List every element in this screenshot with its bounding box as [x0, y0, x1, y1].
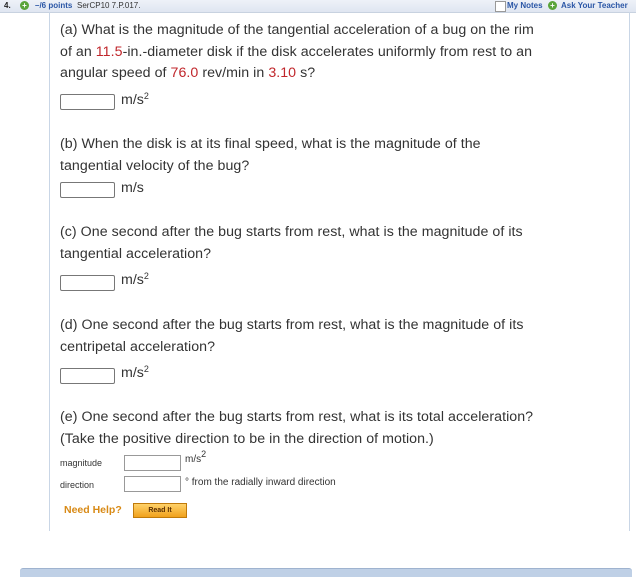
diameter-value: 11.5: [95, 43, 123, 60]
magnitude-input[interactable]: [124, 455, 181, 471]
problem-code: SerCP10 7.P.017.: [77, 1, 141, 10]
part-d-question: (d) One second after the bug starts from…: [60, 315, 524, 358]
part-d-line-2: centripetal acceleration?: [60, 338, 216, 355]
part-a-line-1: (a) What is the magnitude of the tangent…: [60, 22, 534, 38]
time-value: 3.10: [268, 65, 297, 81]
part-d-answer-input[interactable]: [60, 368, 115, 384]
part-e-question: (e) One second after the bug starts from…: [60, 407, 533, 450]
part-b-answer-input[interactable]: [60, 182, 115, 198]
read-it-button[interactable]: Read It: [133, 503, 187, 518]
points-label: –/6 points: [35, 1, 73, 10]
part-b-question: (b) When the disk is at its final speed,…: [60, 134, 481, 177]
part-a-unit: m/s2: [121, 91, 149, 109]
expand-plus-icon[interactable]: +: [20, 1, 29, 10]
ask-teacher-link[interactable]: Ask Your Teacher: [561, 1, 628, 10]
part-e-line-2: (Take the positive direction to be in th…: [60, 430, 434, 447]
part-e-line-1: (e) One second after the bug starts from…: [60, 409, 534, 425]
part-d-unit: m/s2: [121, 364, 149, 382]
part-a-line-3: angular speed of 76.0 rev/min in 3.10 s?: [60, 65, 316, 81]
need-help-label: Need Help?: [64, 504, 122, 516]
part-c-line-1: (c) One second after the bug starts from…: [60, 224, 523, 240]
part-a-answer-input[interactable]: [60, 94, 115, 110]
my-notes-link[interactable]: My Notes: [507, 1, 543, 10]
question-number: 4.: [4, 1, 11, 10]
question-header: 4. + –/6 points SerCP10 7.P.017. My Note…: [0, 0, 636, 13]
magnitude-label: magnitude: [60, 458, 103, 468]
part-a-line-2: of an 11.5-in.-diameter disk if the disk…: [60, 43, 533, 60]
part-d-line-1: (d) One second after the bug starts from…: [60, 317, 524, 333]
direction-unit: ° from the radially inward direction: [185, 477, 336, 488]
part-c-answer-input[interactable]: [60, 275, 115, 291]
part-a-question: (a) What is the magnitude of the tangent…: [60, 20, 534, 85]
content-right-border: [629, 12, 630, 531]
part-b-unit: m/s: [121, 180, 144, 196]
speed-value: 76.0: [170, 65, 199, 81]
part-c-line-2: tangential acceleration?: [60, 245, 212, 262]
part-b-line-2: tangential velocity of the bug?: [60, 157, 250, 174]
part-b-line-1: (b) When the disk is at its final speed,…: [60, 136, 481, 152]
part-c-question: (c) One second after the bug starts from…: [60, 222, 523, 265]
ask-teacher-plus-icon[interactable]: +: [548, 1, 557, 10]
part-c-unit: m/s2: [121, 271, 149, 289]
content-left-border: [49, 12, 50, 531]
direction-label: direction: [60, 480, 95, 490]
magnitude-unit: m/s2: [185, 449, 207, 466]
notes-checkbox-icon[interactable]: [495, 1, 506, 12]
direction-input[interactable]: [124, 476, 181, 492]
